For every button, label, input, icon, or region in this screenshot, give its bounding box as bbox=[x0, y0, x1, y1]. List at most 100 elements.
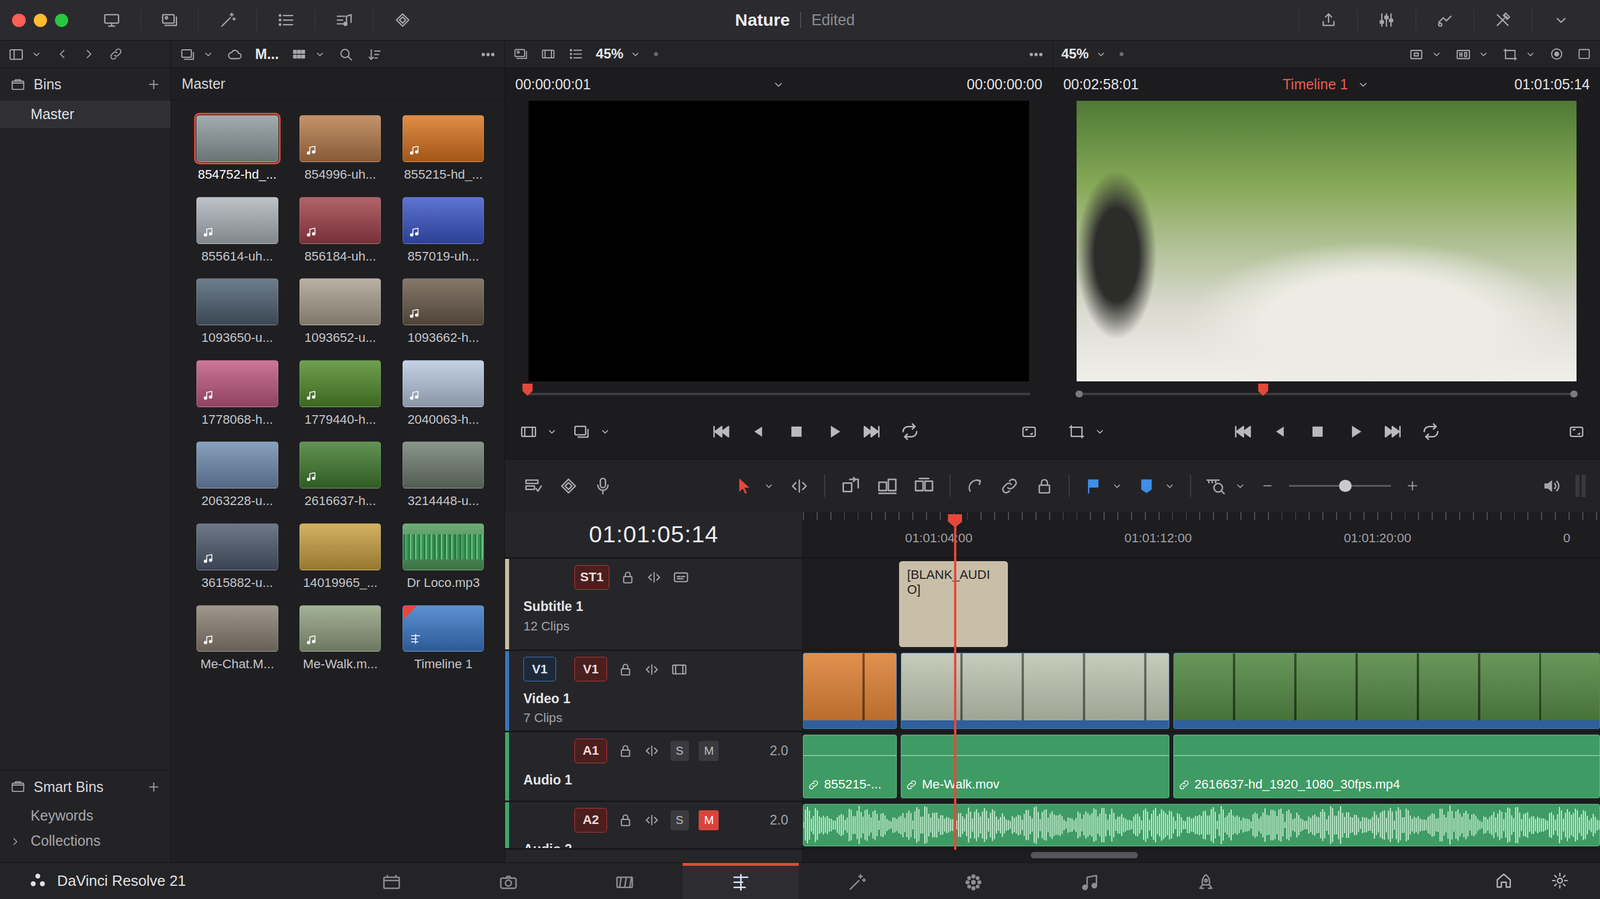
clip-thumbnail[interactable] bbox=[402, 441, 485, 489]
clip-label[interactable]: 855215-hd_... bbox=[403, 167, 483, 183]
clip-thumbnail[interactable] bbox=[299, 196, 382, 244]
clip-label[interactable]: 857019-uh... bbox=[407, 249, 480, 265]
clip-thumbnail[interactable] bbox=[299, 360, 382, 408]
reverse-icon[interactable] bbox=[748, 421, 770, 443]
stop-icon[interactable] bbox=[1307, 421, 1328, 443]
first-frame-icon[interactable] bbox=[710, 421, 732, 443]
insert-icon[interactable] bbox=[839, 474, 862, 498]
clip-label[interactable]: 2040063-h... bbox=[407, 412, 480, 428]
position-lock-icon[interactable] bbox=[1034, 475, 1055, 497]
select-tool-dropdown-icon[interactable] bbox=[762, 479, 775, 492]
render-button[interactable] bbox=[1298, 9, 1358, 32]
media-clip[interactable]: 3615882-u... bbox=[187, 523, 287, 591]
track-visible-icon[interactable] bbox=[670, 660, 688, 679]
media-pool-icon[interactable] bbox=[160, 10, 179, 30]
overwrite-icon[interactable] bbox=[876, 474, 899, 498]
clip-thumbnail[interactable] bbox=[299, 441, 382, 489]
clip-label[interactable]: Me-Walk.m... bbox=[302, 656, 378, 673]
flag-icon[interactable] bbox=[1084, 477, 1103, 496]
audio-clip[interactable]: 855215-... bbox=[802, 734, 897, 799]
video-clip[interactable] bbox=[900, 652, 1170, 729]
back-icon[interactable] bbox=[54, 46, 70, 62]
media-clip[interactable]: Timeline 1 bbox=[393, 605, 494, 673]
track-destination[interactable]: A1 bbox=[574, 738, 608, 764]
clip-thumbnail[interactable] bbox=[196, 360, 279, 408]
zoom-mode-icon[interactable] bbox=[1205, 475, 1227, 497]
expand-button[interactable] bbox=[1531, 9, 1591, 32]
clip-thumbnail[interactable] bbox=[196, 605, 279, 653]
add-smart-bin-icon[interactable] bbox=[146, 779, 161, 795]
sound-library-button[interactable] bbox=[315, 9, 374, 32]
source-output-dropdown-icon[interactable] bbox=[598, 425, 612, 438]
inspector-button[interactable] bbox=[1473, 9, 1532, 32]
source-more-icon[interactable] bbox=[1027, 46, 1045, 63]
media-pool-button[interactable] bbox=[140, 9, 200, 32]
source-timecode[interactable]: 00:00:00:01 bbox=[515, 76, 591, 94]
media-clip[interactable]: 1778068-h... bbox=[187, 360, 287, 428]
page-tab[interactable] bbox=[682, 862, 799, 899]
clip-label[interactable]: 1093662-h... bbox=[407, 330, 480, 346]
link-icon[interactable] bbox=[108, 46, 124, 62]
playhead-head[interactable] bbox=[947, 514, 963, 528]
audio-clip[interactable]: 2616637-hd_1920_1080_30fps.mp4 bbox=[1173, 734, 1600, 799]
project-manager-icon[interactable] bbox=[1494, 871, 1514, 891]
media-clip[interactable]: 854996-uh... bbox=[290, 115, 390, 183]
first-frame-icon[interactable] bbox=[1232, 421, 1253, 443]
timeline-menu-icon[interactable] bbox=[1356, 77, 1371, 92]
settings-icon[interactable] bbox=[1550, 871, 1570, 891]
media-clip[interactable]: 1093662-h... bbox=[393, 278, 494, 346]
subtitle-lane[interactable]: [BLANK_AUDIO] bbox=[802, 558, 1600, 651]
panel-icon[interactable] bbox=[8, 46, 25, 63]
mixer-button[interactable] bbox=[1357, 9, 1416, 32]
scrub-track[interactable] bbox=[527, 392, 1030, 396]
clip-label[interactable]: 3214448-u... bbox=[407, 493, 480, 510]
captions-icon[interactable] bbox=[672, 568, 690, 586]
page-tab[interactable] bbox=[1148, 862, 1265, 899]
clip-label[interactable]: 2616637-h... bbox=[304, 493, 377, 510]
track-name[interactable]: Subtitle 1 bbox=[523, 598, 788, 616]
quality-dropdown-icon[interactable] bbox=[1477, 48, 1490, 61]
bin-item[interactable]: Master bbox=[0, 100, 171, 129]
page-tab[interactable] bbox=[333, 862, 451, 899]
track-destination[interactable]: V1 bbox=[574, 656, 608, 682]
smart-bin-item[interactable]: Keywords bbox=[0, 803, 171, 829]
timeline-viewer-timecode[interactable]: 01:01:05:14 bbox=[1514, 76, 1590, 94]
clip-thumbnail[interactable] bbox=[402, 605, 485, 653]
marker-icon[interactable] bbox=[1137, 477, 1156, 496]
video-lane[interactable] bbox=[802, 651, 1600, 733]
keyframes-button[interactable] bbox=[373, 9, 432, 32]
timeline-zoom-dropdown-icon[interactable] bbox=[1094, 48, 1107, 61]
clip-label[interactable]: 1093650-u... bbox=[201, 330, 274, 346]
clip-thumbnail[interactable] bbox=[402, 278, 485, 326]
search-icon[interactable] bbox=[337, 46, 355, 63]
clip-thumbnail[interactable] bbox=[402, 115, 485, 163]
zoom-in-icon[interactable] bbox=[1405, 478, 1420, 494]
play-icon[interactable] bbox=[824, 421, 845, 443]
play-icon[interactable] bbox=[1345, 421, 1366, 443]
forward-icon[interactable] bbox=[81, 46, 97, 62]
clip-thumbnail[interactable] bbox=[299, 115, 382, 163]
zoom-knob[interactable] bbox=[1339, 479, 1352, 492]
scrub-track[interactable] bbox=[1082, 392, 1571, 396]
cloud-icon[interactable] bbox=[226, 46, 244, 63]
media-clip[interactable]: 14019965_... bbox=[290, 523, 390, 591]
transform-mode-dropdown-icon[interactable] bbox=[1093, 425, 1106, 438]
expand-icon[interactable] bbox=[1551, 10, 1571, 30]
clip-thumbnail[interactable] bbox=[196, 115, 279, 163]
page-tab[interactable] bbox=[798, 862, 916, 899]
source-output-icon[interactable] bbox=[572, 422, 591, 441]
mixer-icon[interactable] bbox=[1377, 10, 1396, 30]
clip-thumbnail[interactable] bbox=[402, 523, 485, 571]
sort-icon[interactable] bbox=[366, 46, 384, 63]
audio-lane[interactable]: 855215-...Me-Walk.mov2616637-hd_1920_108… bbox=[802, 732, 1600, 802]
source-match-icon[interactable] bbox=[1019, 422, 1039, 441]
clip-label[interactable]: Timeline 1 bbox=[414, 656, 473, 673]
scroll-thumb[interactable] bbox=[1030, 852, 1138, 859]
add-bin-icon[interactable] bbox=[146, 77, 161, 92]
page-tab[interactable] bbox=[566, 862, 683, 899]
auto-select-icon[interactable] bbox=[643, 812, 661, 829]
color-wheel-icon[interactable] bbox=[1549, 46, 1565, 62]
track-name[interactable]: Audio 1 bbox=[523, 772, 788, 789]
transform-mode-icon[interactable] bbox=[1067, 422, 1086, 441]
clip-label[interactable]: 1093652-u... bbox=[304, 330, 377, 346]
